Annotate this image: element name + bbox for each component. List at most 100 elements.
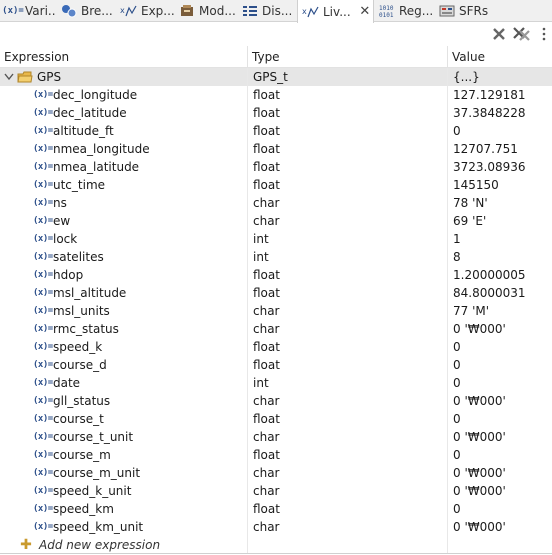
tree-row[interactable]: (x)= rmc_status char 0 '₩000' xyxy=(0,320,552,338)
expression-name: msl_altitude xyxy=(53,286,127,300)
variable-icon: (x)= xyxy=(33,468,53,478)
tree-row[interactable]: (x)= gll_status char 0 '₩000' xyxy=(0,392,552,410)
expression-value[interactable]: 8 xyxy=(448,248,552,266)
tab-breakpoints[interactable]: Bre... xyxy=(56,0,116,22)
variable-icon: (x)= xyxy=(33,180,53,190)
tree-row[interactable]: (x)= date int 0 xyxy=(0,374,552,392)
tab-registers[interactable]: 1010 0101 Reg... xyxy=(374,0,434,22)
expression-value[interactable]: 1.20000005 xyxy=(448,266,552,284)
remove-x-icon[interactable] xyxy=(490,26,508,42)
variable-icon: (x)= xyxy=(33,144,53,154)
chevron-down-icon[interactable] xyxy=(2,68,16,86)
expression-value[interactable]: 0 '₩000' xyxy=(448,428,552,446)
expression-name: speed_k_unit xyxy=(53,484,132,498)
expression-value[interactable]: 0 xyxy=(448,500,552,518)
expression-type: float xyxy=(248,356,448,374)
expression-value[interactable]: 127.129181 xyxy=(448,86,552,104)
tree-row[interactable]: (x)= speed_k_unit char 0 '₩000' xyxy=(0,482,552,500)
expression-value[interactable]: 0 '₩000' xyxy=(448,518,552,536)
tab-sfrs[interactable]: SFRs xyxy=(434,0,492,22)
expression-value[interactable]: 0 '₩000' xyxy=(448,320,552,338)
expression-value[interactable]: 37.3848228 xyxy=(448,104,552,122)
tree-row[interactable]: (x)= dec_longitude float 127.129181 xyxy=(0,86,552,104)
variable-icon: (x)= xyxy=(33,216,53,226)
expression-value[interactable]: 84.8000031 xyxy=(448,284,552,302)
expression-value[interactable]: 0 '₩000' xyxy=(448,482,552,500)
tree-row[interactable]: (x)= course_d float 0 xyxy=(0,356,552,374)
tree-row[interactable]: (x)= ns char 78 'N' xyxy=(0,194,552,212)
view-toolbar xyxy=(0,23,552,45)
tree-row[interactable]: (x)= speed_km_unit char 0 '₩000' xyxy=(0,518,552,536)
expression-name: utc_time xyxy=(53,178,106,192)
variable-icon: (x)= xyxy=(33,450,53,460)
plus-icon: ✚ xyxy=(20,537,32,553)
expression-value[interactable]: 0 xyxy=(448,338,552,356)
expression-type: float xyxy=(248,176,448,194)
sfrs-icon xyxy=(438,3,456,19)
expression-type: int xyxy=(248,248,448,266)
tree-row-gps[interactable]: GPS GPS_t {...} xyxy=(0,68,552,86)
expression-value[interactable]: 0 '₩000' xyxy=(448,392,552,410)
tree-row[interactable]: (x)= course_m_unit char 0 '₩000' xyxy=(0,464,552,482)
expression-value[interactable]: 69 'E' xyxy=(448,212,552,230)
expression-value[interactable]: 0 xyxy=(448,122,552,140)
column-header-value[interactable]: Value xyxy=(448,46,552,68)
tab-live-expressions[interactable]: x Liv... ✕ xyxy=(297,0,374,23)
expression-type: char xyxy=(248,392,448,410)
tree-row[interactable]: (x)= satelites int 8 xyxy=(0,248,552,266)
column-header-type[interactable]: Type xyxy=(248,46,448,68)
expression-type: float xyxy=(248,122,448,140)
tree-row[interactable]: (x)= course_t_unit char 0 '₩000' xyxy=(0,428,552,446)
column-header-expression[interactable]: Expression xyxy=(0,46,248,68)
tab-disassembly[interactable]: Dis... xyxy=(237,0,297,22)
expression-value[interactable]: 0 '₩000' xyxy=(448,464,552,482)
variable-icon: (x)= xyxy=(33,126,53,136)
tree-row[interactable]: (x)= ew char 69 'E' xyxy=(0,212,552,230)
tab-label: Reg... xyxy=(399,4,434,18)
live-expressions-icon: x xyxy=(302,4,320,20)
tree-row[interactable]: (x)= speed_km float 0 xyxy=(0,500,552,518)
expression-value[interactable]: 1 xyxy=(448,230,552,248)
expression-value[interactable]: 3723.08936 xyxy=(448,158,552,176)
close-tab-icon[interactable]: ✕ xyxy=(359,4,371,19)
tree-row[interactable]: (x)= msl_units char 77 'M' xyxy=(0,302,552,320)
expression-value[interactable]: {...} xyxy=(448,68,552,86)
expression-value[interactable]: 0 xyxy=(448,356,552,374)
expression-value[interactable]: 0 xyxy=(448,446,552,464)
tab-modules[interactable]: Mod... xyxy=(174,0,237,22)
tree-row[interactable]: (x)= nmea_latitude float 3723.08936 xyxy=(0,158,552,176)
expression-value[interactable]: 77 'M' xyxy=(448,302,552,320)
tree-row[interactable]: (x)= course_t float 0 xyxy=(0,410,552,428)
add-expression-label[interactable]: Add new expression xyxy=(39,536,160,554)
tab-variables[interactable]: (x)= Vari... xyxy=(0,0,56,22)
tab-expressions[interactable]: x Exp... xyxy=(116,0,174,22)
expression-name: altitude_ft xyxy=(53,124,114,138)
tree-row[interactable]: (x)= lock int 1 xyxy=(0,230,552,248)
tab-label: Vari... xyxy=(25,4,56,18)
add-expression-row[interactable]: ✚ Add new expression xyxy=(0,536,552,554)
view-menu-icon[interactable] xyxy=(538,26,550,42)
expression-value[interactable]: 78 'N' xyxy=(448,194,552,212)
expression-type: float xyxy=(248,86,448,104)
tree-row[interactable]: (x)= course_m float 0 xyxy=(0,446,552,464)
tree-row[interactable]: (x)= dec_latitude float 37.3848228 xyxy=(0,104,552,122)
expression-type: float xyxy=(248,410,448,428)
remove-all-icon[interactable] xyxy=(513,26,531,42)
expression-type: float xyxy=(248,266,448,284)
variable-icon: (x)= xyxy=(33,270,53,280)
tree-row[interactable]: (x)= altitude_ft float 0 xyxy=(0,122,552,140)
tree-row[interactable]: (x)= hdop float 1.20000005 xyxy=(0,266,552,284)
tree-row[interactable]: (x)= nmea_longitude float 12707.751 xyxy=(0,140,552,158)
tree-row[interactable]: (x)= utc_time float 145150 xyxy=(0,176,552,194)
variable-icon: (x)= xyxy=(33,522,53,532)
svg-text:x: x xyxy=(120,6,125,15)
tree-row[interactable]: (x)= msl_altitude float 84.8000031 xyxy=(0,284,552,302)
view-tab-bar: (x)= Vari... Bre... x Exp... Mod... Dis.… xyxy=(0,0,552,23)
expression-type: float xyxy=(248,500,448,518)
expression-value[interactable]: 145150 xyxy=(448,176,552,194)
expression-value[interactable]: 0 xyxy=(448,374,552,392)
expression-value[interactable]: 12707.751 xyxy=(448,140,552,158)
expression-value[interactable]: 0 xyxy=(448,410,552,428)
expression-name: speed_km xyxy=(53,502,114,516)
tree-row[interactable]: (x)= speed_k float 0 xyxy=(0,338,552,356)
